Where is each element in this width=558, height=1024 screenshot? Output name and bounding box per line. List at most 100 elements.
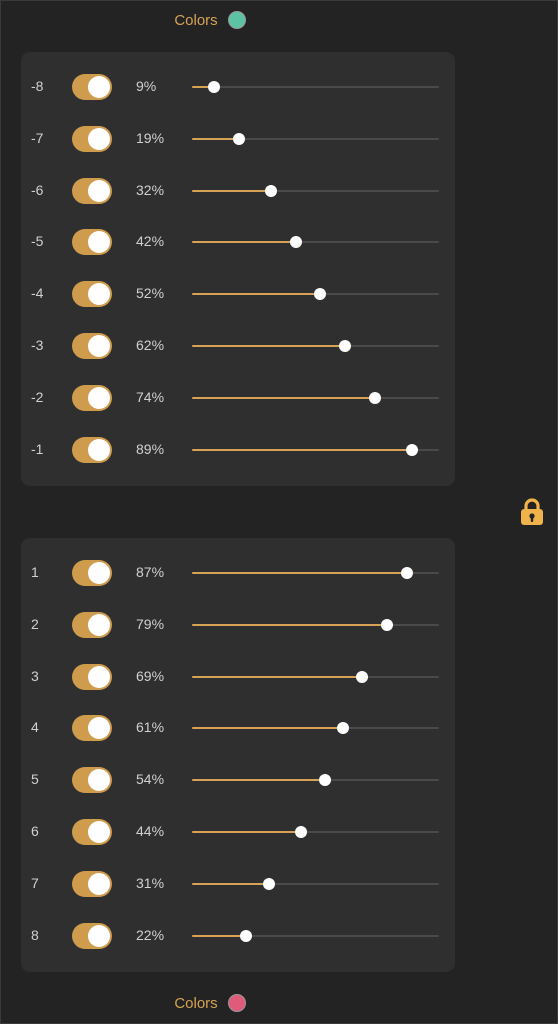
level-label: -7 xyxy=(31,129,44,146)
level-row: -7 19% xyxy=(21,124,455,154)
level-slider[interactable] xyxy=(192,387,439,409)
level-toggle[interactable] xyxy=(72,125,112,152)
level-toggle[interactable] xyxy=(72,560,112,586)
level-toggle[interactable] xyxy=(72,611,112,638)
level-slider[interactable] xyxy=(192,283,439,305)
level-slider[interactable] xyxy=(192,614,439,636)
lock-icon[interactable] xyxy=(518,497,546,527)
level-slider[interactable] xyxy=(192,925,439,947)
level-toggle[interactable] xyxy=(72,281,112,308)
slider-thumb[interactable] xyxy=(208,81,221,93)
level-label: 8 xyxy=(31,926,39,943)
level-slider[interactable] xyxy=(192,231,439,253)
level-row: 6 44% xyxy=(21,817,455,847)
level-slider[interactable] xyxy=(192,717,439,739)
level-toggle[interactable] xyxy=(72,870,112,897)
level-row: 2 79% xyxy=(21,610,455,640)
slider-thumb[interactable] xyxy=(368,391,381,404)
level-row: -1 89% xyxy=(21,435,455,465)
level-slider[interactable] xyxy=(192,128,439,150)
toggle-knob xyxy=(88,769,110,792)
level-percent: 44% xyxy=(136,823,165,839)
colors-header-bottom: Colors xyxy=(0,991,420,1015)
slider-thumb[interactable] xyxy=(262,877,275,890)
level-percent: 31% xyxy=(136,874,165,891)
level-toggle[interactable] xyxy=(72,663,112,690)
level-percent: 89% xyxy=(136,440,165,457)
level-percent: 62% xyxy=(136,337,165,353)
level-slider[interactable] xyxy=(192,335,439,357)
level-slider[interactable] xyxy=(192,76,439,98)
slider-fill xyxy=(192,675,363,678)
level-row: -3 62% xyxy=(21,331,455,361)
level-toggle[interactable] xyxy=(72,715,112,742)
level-slider[interactable] xyxy=(192,821,439,843)
slider-fill xyxy=(192,727,343,730)
level-slider[interactable] xyxy=(192,873,439,895)
level-row: -8 9% xyxy=(21,72,455,102)
level-percent: 32% xyxy=(136,181,165,198)
level-toggle[interactable] xyxy=(72,767,112,794)
level-label: 4 xyxy=(31,719,39,736)
level-percent: 69% xyxy=(136,667,165,684)
toggle-knob xyxy=(88,76,110,98)
level-label: 6 xyxy=(31,823,39,839)
level-label: 7 xyxy=(31,874,39,891)
slider-thumb[interactable] xyxy=(319,774,332,787)
slider-thumb[interactable] xyxy=(289,236,302,249)
level-slider[interactable] xyxy=(192,769,439,791)
level-label: -4 xyxy=(31,285,44,302)
slider-fill xyxy=(192,241,296,244)
level-slider[interactable] xyxy=(192,562,439,584)
level-percent: 54% xyxy=(136,771,165,788)
level-toggle[interactable] xyxy=(72,229,112,256)
level-toggle[interactable] xyxy=(72,177,112,204)
level-row: 1 87% xyxy=(21,558,455,588)
level-percent: 74% xyxy=(136,388,165,405)
toggle-knob xyxy=(88,335,110,357)
slider-thumb[interactable] xyxy=(405,443,418,456)
level-row: -5 42% xyxy=(21,227,455,257)
slider-thumb[interactable] xyxy=(356,670,369,683)
level-percent: 87% xyxy=(136,564,165,580)
positive-levels-panel: 1 87% 2 79% 3 69% 4 61% 5 54% 6 44% 7 31% 8 22% xyxy=(21,538,455,972)
color-swatch-top[interactable] xyxy=(227,11,246,29)
slider-thumb[interactable] xyxy=(240,929,253,942)
slider-thumb[interactable] xyxy=(400,567,413,579)
level-toggle[interactable] xyxy=(72,819,112,845)
level-slider[interactable] xyxy=(192,666,439,688)
slider-thumb[interactable] xyxy=(232,132,245,145)
slider-thumb[interactable] xyxy=(336,722,349,735)
level-percent: 61% xyxy=(136,719,165,736)
toggle-knob xyxy=(88,386,110,409)
toggle-knob xyxy=(88,665,110,688)
slider-fill xyxy=(192,779,326,782)
level-slider[interactable] xyxy=(192,439,439,461)
slider-thumb[interactable] xyxy=(381,618,394,631)
toggle-knob xyxy=(88,438,110,461)
slider-thumb[interactable] xyxy=(265,184,278,197)
slider-thumb[interactable] xyxy=(339,340,352,352)
slider-fill xyxy=(192,572,407,574)
level-toggle[interactable] xyxy=(72,333,112,359)
level-toggle[interactable] xyxy=(72,922,112,949)
toggle-knob xyxy=(88,562,110,584)
slider-thumb[interactable] xyxy=(294,826,307,838)
level-label: -2 xyxy=(31,388,44,405)
color-swatch-bottom[interactable] xyxy=(227,994,246,1012)
level-label: 3 xyxy=(31,667,39,684)
level-percent: 22% xyxy=(136,926,165,943)
level-row: 3 69% xyxy=(21,662,455,692)
colors-label-top: Colors xyxy=(174,11,218,29)
slider-fill xyxy=(192,623,388,626)
level-toggle[interactable] xyxy=(72,436,112,463)
toggle-knob xyxy=(88,231,110,254)
level-row: -2 74% xyxy=(21,383,455,413)
level-label: -5 xyxy=(31,233,44,250)
slider-thumb[interactable] xyxy=(314,288,327,301)
level-toggle[interactable] xyxy=(72,384,112,411)
level-row: 8 22% xyxy=(21,921,455,951)
level-toggle[interactable] xyxy=(72,74,112,100)
level-slider[interactable] xyxy=(192,180,439,202)
slider-fill xyxy=(192,189,272,192)
